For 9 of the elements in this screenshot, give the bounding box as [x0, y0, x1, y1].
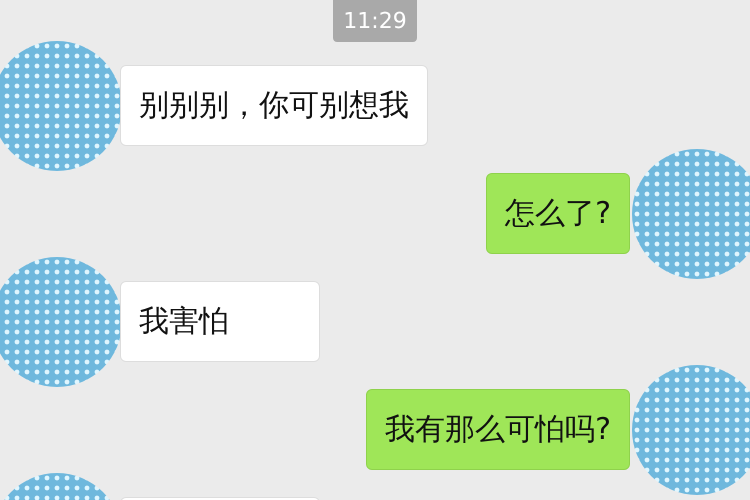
timestamp: 11:29: [333, 0, 417, 42]
avatar[interactable]: [632, 148, 750, 278]
message-bubble: 我有那么可怕吗?: [366, 389, 630, 470]
message-bubble: 我害怕: [120, 281, 320, 362]
avatar[interactable]: [0, 256, 122, 386]
avatar[interactable]: [0, 40, 122, 170]
message-bubble: 别别别，你可别想我: [120, 65, 428, 146]
avatar[interactable]: [632, 364, 750, 494]
message-bubble: 怎么了?: [486, 173, 630, 254]
